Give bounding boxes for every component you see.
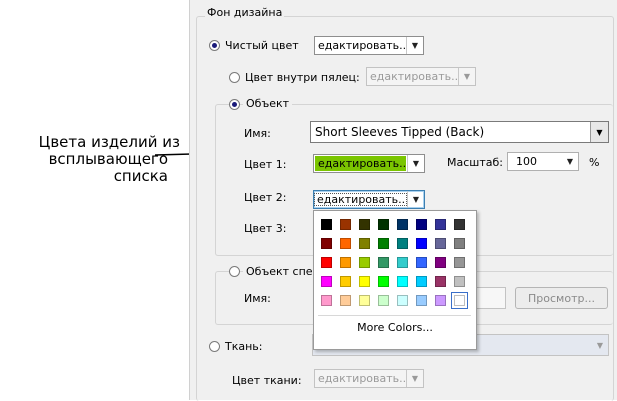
color2-dropdown[interactable]: едактировать.. ▼: [313, 190, 425, 209]
color1-value: едактировать..: [315, 156, 406, 171]
color-swatch[interactable]: [378, 295, 389, 306]
group-title: Фон дизайна: [205, 6, 285, 19]
fabric-label: Ткань:: [225, 340, 263, 353]
object-name-value: Short Sleeves Tipped (Back): [315, 125, 485, 139]
color-swatch[interactable]: [416, 276, 427, 287]
color1-label: Цвет 1:: [244, 158, 287, 171]
callout-text: Цвета изделий из всплывающего списка: [0, 134, 180, 185]
chevron-down-icon: ▼: [406, 370, 423, 387]
color-swatch[interactable]: [451, 292, 468, 309]
color-swatch[interactable]: [397, 295, 408, 306]
callout-line-3: списка: [113, 167, 168, 185]
object-name-combo[interactable]: Short Sleeves Tipped (Back) ▼: [310, 121, 609, 143]
color-swatch[interactable]: [435, 219, 446, 230]
color-swatch[interactable]: [416, 219, 427, 230]
color-swatch[interactable]: [397, 276, 408, 287]
color-swatch[interactable]: [397, 219, 408, 230]
chevron-down-icon: ▼: [406, 37, 423, 54]
color-swatch[interactable]: [397, 257, 408, 268]
callout-line-1: Цвета изделий из: [38, 133, 180, 151]
solid-color-dropdown[interactable]: едактировать.. ▼: [314, 36, 424, 55]
more-colors-button[interactable]: More Colors...: [314, 321, 476, 334]
color-swatch[interactable]: [435, 276, 446, 287]
fabric-color-value: едактировать..: [318, 372, 406, 385]
scale-value: 100: [516, 155, 537, 168]
color-swatch[interactable]: [435, 257, 446, 268]
fabric-radio[interactable]: [209, 341, 220, 352]
color-swatch[interactable]: [416, 238, 427, 249]
color-swatch[interactable]: [454, 238, 465, 249]
color2-label: Цвет 2:: [244, 191, 287, 204]
solid-color-label: Чистый цвет: [225, 39, 299, 52]
percent-label: %: [589, 156, 600, 169]
color-swatch[interactable]: [340, 276, 351, 287]
hoop-color-value: едактировать..: [370, 70, 458, 83]
color2-value: едактировать..: [314, 193, 407, 206]
scale-combo[interactable]: 100 ▼: [507, 152, 579, 171]
color-swatch[interactable]: [435, 295, 446, 306]
color-palette-popup: More Colors...: [313, 210, 477, 350]
color-swatch[interactable]: [454, 219, 465, 230]
popup-divider: [318, 315, 471, 316]
color-swatch[interactable]: [359, 257, 370, 268]
chevron-down-icon: ▼: [458, 68, 475, 85]
color-swatch[interactable]: [416, 257, 427, 268]
color-swatch[interactable]: [340, 219, 351, 230]
chevron-down-icon: ▼: [590, 122, 608, 142]
color-swatch[interactable]: [321, 219, 332, 230]
color-swatch[interactable]: [321, 238, 332, 249]
color-swatch[interactable]: [340, 257, 351, 268]
scale-label: Масштаб:: [447, 156, 503, 169]
object-radio[interactable]: [229, 99, 240, 110]
color-swatch[interactable]: [359, 219, 370, 230]
solid-color-value: едактировать..: [318, 39, 406, 52]
special-object-label: Объект спец: [243, 265, 324, 278]
special-name-label: Имя:: [244, 292, 271, 305]
color-swatch[interactable]: [378, 219, 389, 230]
color-swatch[interactable]: [378, 257, 389, 268]
fabric-color-dropdown[interactable]: едактировать.. ▼: [314, 369, 424, 388]
color-swatch[interactable]: [321, 276, 332, 287]
color-swatch[interactable]: [359, 295, 370, 306]
chevron-down-icon: ▼: [596, 340, 604, 350]
object-name-label: Имя:: [244, 127, 271, 140]
color-swatch[interactable]: [397, 238, 408, 249]
color-swatch[interactable]: [454, 276, 465, 287]
color-swatch[interactable]: [416, 295, 427, 306]
color-swatch[interactable]: [435, 238, 446, 249]
solid-color-radio[interactable]: [209, 40, 220, 51]
color-swatch[interactable]: [321, 257, 332, 268]
color-swatch[interactable]: [340, 295, 351, 306]
chevron-down-icon: ▼: [407, 191, 424, 208]
color-swatch[interactable]: [340, 238, 351, 249]
callout-line-2: всплывающего: [48, 150, 168, 168]
color-swatch[interactable]: [359, 238, 370, 249]
color-swatch[interactable]: [378, 238, 389, 249]
color3-label: Цвет 3:: [244, 222, 287, 235]
object-label: Объект: [243, 97, 293, 110]
color-swatch[interactable]: [359, 276, 370, 287]
chevron-down-icon: ▼: [566, 157, 574, 166]
color1-dropdown[interactable]: едактировать.. ▼: [313, 154, 425, 173]
hoop-color-dropdown[interactable]: едактировать.. ▼: [366, 67, 476, 86]
color-swatch[interactable]: [454, 257, 465, 268]
hoop-color-radio[interactable]: [229, 72, 240, 83]
chevron-down-icon: ▼: [407, 155, 424, 172]
color-swatch[interactable]: [378, 276, 389, 287]
fabric-color-label: Цвет ткани:: [232, 374, 302, 387]
browse-button[interactable]: Просмотр...: [515, 287, 608, 309]
hoop-color-label: Цвет внутри пялец:: [245, 71, 360, 84]
color-swatch[interactable]: [321, 295, 332, 306]
special-object-radio[interactable]: [229, 266, 240, 277]
